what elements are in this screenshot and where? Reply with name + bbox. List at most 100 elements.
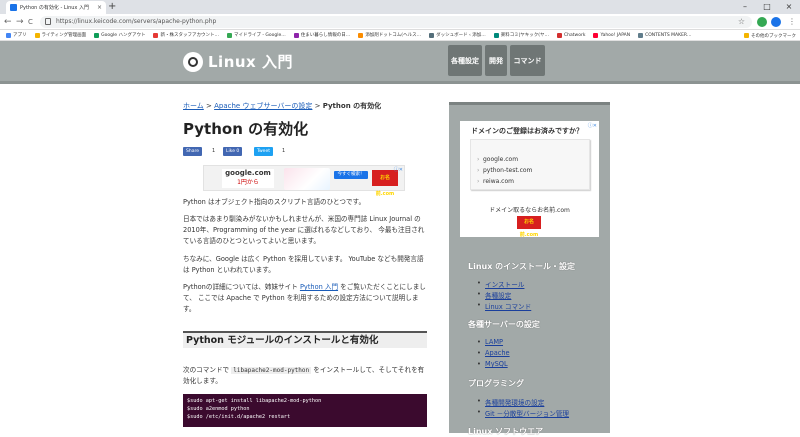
sidebar-link-git[interactable]: Git －分散型バージョン管理: [477, 408, 569, 418]
bookmark-label: CONTENTS MAKER…: [645, 32, 692, 38]
bookmark-label: ライティング管理画面: [41, 33, 87, 38]
bookmark-star-icon[interactable]: ☆: [738, 16, 745, 28]
window-minimize-button[interactable]: –: [734, 0, 756, 14]
nav-development[interactable]: 開発: [485, 45, 507, 76]
address-bar[interactable]: https://linux.keicode.com/servers/apache…: [40, 16, 752, 28]
bookmark-label: Yahoo! JAPAN: [600, 32, 631, 38]
ad-brand-logo: お名前.com: [517, 216, 541, 238]
bookmark-label: 添加剤ドットコム(ヘルス…: [365, 33, 422, 38]
reload-button[interactable]: C: [28, 15, 33, 29]
code-line: $sudo apt-get install libapache2-mod-pyt…: [187, 398, 322, 404]
breadcrumb-apache-link[interactable]: Apache ウェブサーバーの設定: [214, 102, 312, 110]
bookmark-favicon-icon: [34, 32, 40, 38]
tab-close-icon[interactable]: ×: [97, 4, 102, 11]
sidebar-link-apache[interactable]: Apache: [477, 349, 509, 357]
ad-price-text: 1円から: [237, 179, 259, 186]
bookmark-label: マイドライブ - Google…: [233, 33, 286, 38]
facebook-share-count: 1: [212, 148, 216, 154]
breadcrumb-current: Python の有効化: [322, 102, 382, 110]
page-title: Python の有効化: [183, 120, 309, 138]
breadcrumb-separator: >: [203, 102, 215, 110]
extension-icon[interactable]: [757, 17, 767, 27]
paragraph-2: 日本ではあまり馴染みがないかもしれませんが、米国の専門誌 Linux Journ…: [183, 215, 425, 246]
sidebar-ad-footer: ドメイン取るならお名前.com: [489, 207, 570, 214]
bookmark-item[interactable]: ダッシュボード ‹ 添加…: [429, 32, 486, 38]
other-bookmarks[interactable]: その他のブックマーク: [744, 30, 796, 41]
new-tab-button[interactable]: +: [108, 1, 116, 13]
sidebar-ad-title: ドメインのご登録はお済みですか？: [471, 127, 583, 135]
python-intro-link[interactable]: Python 入門: [300, 283, 338, 291]
facebook-like-button[interactable]: Like 0: [223, 147, 243, 156]
breadcrumb: ホーム > Apache ウェブサーバーの設定 > Python の有効化: [183, 100, 427, 112]
other-bookmarks-label: その他のブックマーク: [751, 33, 796, 39]
sidebar-link-install[interactable]: インストール: [477, 279, 525, 289]
sidebar-link-dev-env[interactable]: 各種開発環境の設定: [477, 397, 544, 407]
site-favicon-icon: [10, 4, 17, 11]
ad-banner[interactable]: google.com 1円から 今すぐ検索！ お名前.com ⓘ✕: [203, 165, 405, 197]
bookmark-favicon-icon: [358, 32, 364, 38]
bookmark-item[interactable]: CONTENTS MAKER…: [638, 32, 692, 38]
nav-commands[interactable]: コマンド: [510, 45, 545, 76]
sidebar: ⓘ✕ ドメインのご登録はお済みですか？ google.com python-te…: [449, 102, 610, 436]
sidebar-link-commands[interactable]: Linux コマンド: [477, 301, 531, 311]
ad-search-button[interactable]: 今すぐ検索！: [334, 171, 368, 179]
code-block: $sudo apt-get install libapache2-mod-pyt…: [183, 394, 427, 427]
bookmark-item[interactable]: 新・株スタッフアカウント…: [153, 32, 219, 38]
bookmarks-bar: アプリ ライティング管理画面 Google ハングアウト 新・株スタッフアカウント… マ…: [0, 30, 800, 41]
bookmark-favicon-icon: [6, 32, 11, 38]
window-close-button[interactable]: ×: [778, 0, 800, 14]
ad-domain-item[interactable]: google.com: [477, 156, 518, 163]
bookmark-item[interactable]: 住まい暮らし情報の日…: [293, 32, 351, 38]
ad-domain-item[interactable]: reiwa.com: [477, 178, 514, 185]
code-line: $sudo a2enmod python: [187, 406, 250, 412]
forward-button[interactable]: →: [16, 15, 24, 29]
back-button[interactable]: ←: [4, 15, 12, 29]
profile-avatar[interactable]: [771, 17, 781, 27]
site-logo[interactable]: Linux 入門: [183, 51, 293, 72]
sidebar-link-lamp[interactable]: LAMP: [477, 338, 503, 346]
main-content: ホーム > Apache ウェブサーバーの設定 > Python の有効化 Py…: [183, 100, 427, 427]
tweet-count: 1: [282, 148, 286, 154]
inline-code: libapache2-mod-python: [231, 367, 312, 374]
bookmark-favicon-icon: [493, 32, 499, 38]
bookmark-label: 新・株スタッフアカウント…: [160, 33, 219, 38]
tweet-button[interactable]: Tweet: [254, 147, 273, 156]
bookmark-item[interactable]: Chatwork: [557, 32, 585, 38]
sidebar-link-settings[interactable]: 各種設定: [477, 290, 511, 300]
paragraph-4-text: Pythonの詳細については、姉妹サイト: [183, 283, 300, 291]
bookmark-item[interactable]: Google ハングアウト: [94, 32, 145, 38]
section-heading: Python モジュールのインストールと有効化: [183, 331, 427, 348]
site-logo-text: Linux 入門: [208, 53, 293, 71]
bookmark-favicon-icon: [429, 32, 435, 38]
browser-tab-active[interactable]: Python の有効化 - Linux 入門 ×: [6, 1, 106, 14]
nav-settings[interactable]: 各種設定: [448, 45, 482, 76]
ad-illustration: [284, 168, 330, 190]
bookmark-item[interactable]: アプリ: [6, 32, 27, 38]
url-text: https://linux.keicode.com/servers/apache…: [56, 18, 217, 25]
bookmark-favicon-icon: [226, 32, 232, 38]
site-header: Linux 入門 各種設定 開発 コマンド: [0, 41, 800, 84]
paragraph-3: ちなみに、Google は広く Python を採用しています。 YouTube…: [183, 255, 424, 275]
bookmark-label: 住まい暮らし情報の日…: [300, 33, 351, 38]
logo-icon: [183, 51, 203, 72]
tab-title: Python の有効化 - Linux 入門: [20, 5, 89, 11]
facebook-share-button[interactable]: Share: [183, 147, 202, 156]
window-maximize-button[interactable]: □: [756, 0, 778, 14]
bookmark-item[interactable]: 添加剤ドットコム(ヘルス…: [358, 32, 421, 38]
bookmark-item[interactable]: マイドライブ - Google…: [226, 32, 286, 38]
sidebar-ad[interactable]: ⓘ✕ ドメインのご登録はお済みですか？ google.com python-te…: [460, 121, 599, 238]
share-buttons: Share 1 Like 0 Tweet 1: [183, 147, 427, 156]
ad-domain-item[interactable]: python-test.com: [477, 167, 532, 174]
ad-domain-text: google.com: [225, 169, 271, 177]
menu-kebab-icon[interactable]: ⋮: [788, 15, 796, 29]
ad-close-icon[interactable]: ⓘ✕: [588, 122, 597, 129]
bookmark-item[interactable]: ライティング管理画面: [34, 32, 87, 38]
paragraph-5: 次のコマンドで libapache2-mod-python をインストールして、…: [183, 365, 427, 387]
bookmark-item[interactable]: Yahoo! JAPAN: [593, 32, 631, 38]
sidebar-link-mysql[interactable]: MySQL: [477, 360, 508, 368]
sidebar-heading: Linux ソフトウエア: [468, 427, 544, 436]
bookmark-label: 楽料コミ|ヤキック(ヤ…: [500, 33, 550, 38]
ad-close-icon[interactable]: ⓘ✕: [394, 166, 403, 173]
bookmark-item[interactable]: 楽料コミ|ヤキック(ヤ…: [493, 32, 550, 38]
breadcrumb-home-link[interactable]: ホーム: [183, 102, 204, 110]
